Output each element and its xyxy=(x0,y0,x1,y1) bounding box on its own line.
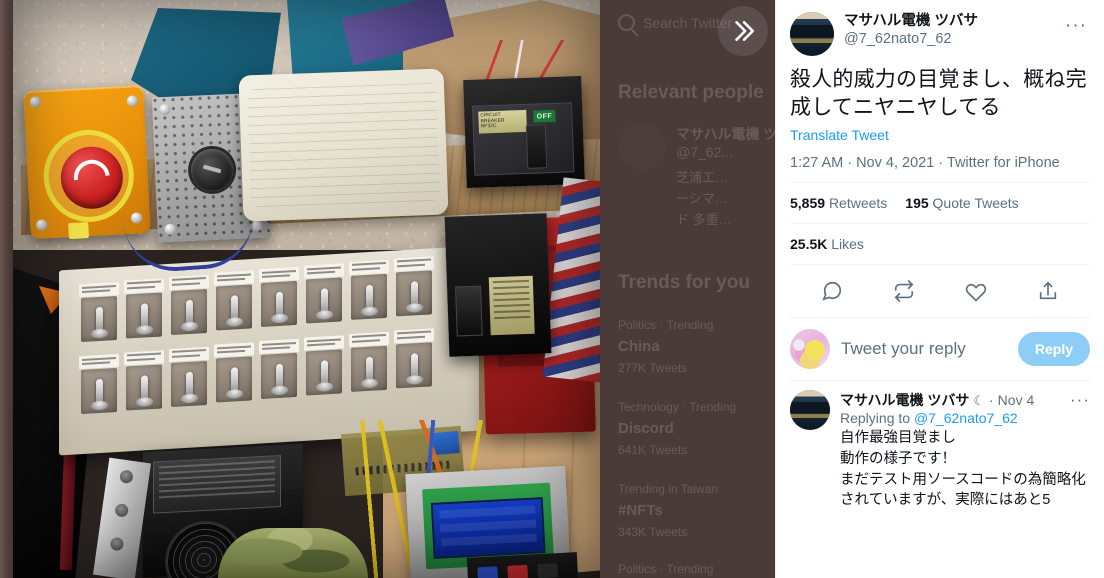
more-options-icon[interactable]: ··· xyxy=(1062,12,1090,40)
author-handle[interactable]: @7_62nato7_62 xyxy=(844,30,1062,49)
photo-toggle-switch xyxy=(214,342,255,407)
photo-toggle-switch-bank xyxy=(75,255,445,444)
photo-toggle-switch xyxy=(349,331,390,396)
share-icon xyxy=(1039,282,1057,300)
search-icon xyxy=(618,14,635,31)
double-chevron-right-icon xyxy=(735,21,755,41)
photo-toggle-switch xyxy=(169,346,210,410)
relevant-person-bio-line-2: ーシマ… xyxy=(676,191,728,206)
retweets-value: 5,859 xyxy=(790,195,826,212)
likes-label: Likes xyxy=(831,236,864,253)
photo-keypad xyxy=(466,552,580,578)
photo-toggle-switch xyxy=(79,281,120,346)
retweet-icon xyxy=(894,280,914,303)
trends-heading: Trends for you xyxy=(618,272,750,293)
photo-circuit-breaker-bottom xyxy=(444,213,552,357)
photo-toggle-switch xyxy=(214,270,255,335)
tweet-stats: 5,859 Retweets 195 Quote Tweets xyxy=(776,183,1104,223)
quotes-value: 195 xyxy=(905,195,929,212)
photo-toggle-switch xyxy=(259,267,300,331)
relevant-person-avatar xyxy=(618,122,666,170)
photo-toggle-switch xyxy=(124,350,165,414)
retweet-button[interactable] xyxy=(889,276,919,306)
photo-circuit-breaker-top: CIRCUIT BREAKER NF32C OFF xyxy=(463,75,585,189)
trend-count-2: 343K Tweets xyxy=(618,525,688,539)
tweet-photo[interactable]: CIRCUIT BREAKER NF32C OFF xyxy=(13,0,600,578)
tweet-likes-row: 25.5K Likes xyxy=(776,224,1104,264)
relevant-person-bio-line-1: 芝浦工… xyxy=(676,170,729,185)
trend-name-2[interactable]: #NFTs xyxy=(618,502,663,519)
search-bar[interactable]: Search Twitter xyxy=(618,14,732,31)
trend-category-1: Technology · Trending xyxy=(618,400,737,414)
like-button[interactable] xyxy=(961,276,991,306)
photo-emergency-stop-box xyxy=(23,84,151,240)
retweets-label: Retweets xyxy=(828,195,888,212)
reply-button[interactable] xyxy=(817,276,847,306)
trend-name-0[interactable]: China xyxy=(618,338,660,355)
replying-to-handle[interactable]: @7_62nato7_62 xyxy=(914,410,1018,426)
relevant-person-handle[interactable]: @7_62... xyxy=(676,144,733,160)
trend-category-2: Trending in Taiwan xyxy=(618,482,719,496)
tweet-detail-panel: マサハル電機 ツバサ @7_62nato7_62 ··· 殺人的威力の目覚まし、… xyxy=(775,0,1104,578)
likes-stat[interactable]: 25.5K Likes xyxy=(790,236,864,252)
crescent-moon-icon: ☾ xyxy=(973,393,985,409)
quotes-label: Quote Tweets xyxy=(932,195,1019,212)
tweet-timestamp: 1:27 AM · Nov 4, 2021 · Twitter for iPho… xyxy=(790,155,1060,172)
likes-value: 25.5K xyxy=(790,236,828,253)
reply-icon xyxy=(822,282,842,302)
reply-avatar[interactable] xyxy=(790,390,830,431)
photo-toggle-switch xyxy=(79,353,120,418)
author-name[interactable]: マサハル電機 ツバサ xyxy=(844,12,1062,30)
relevant-person-bio-line-3: ド 多重… xyxy=(676,212,732,227)
tweet-action-bar xyxy=(776,265,1104,317)
composer-avatar[interactable] xyxy=(790,329,830,370)
photo-estop-button xyxy=(59,145,125,211)
reply-date[interactable]: Nov 4 xyxy=(998,392,1035,408)
trend-count-1: 641K Tweets xyxy=(618,443,688,457)
relevant-person-name[interactable]: マサハル電機 ツバサ xyxy=(676,124,775,144)
photo-toggle-switch xyxy=(124,278,165,342)
tweet-header: マサハル電機 ツバサ @7_62nato7_62 ··· xyxy=(776,0,1104,56)
photo-lcd-display xyxy=(430,497,546,559)
reply-input[interactable]: Tweet your reply xyxy=(841,339,1007,359)
trend-count-0: 277K Tweets xyxy=(618,361,688,375)
reply-separator: · xyxy=(989,392,994,409)
photo-keyswitch xyxy=(190,148,235,192)
dimmed-background-sidebar: Search Twitter Relevant people マサハル電機 ツバ… xyxy=(600,0,775,578)
trend-name-1[interactable]: Discord xyxy=(618,420,674,437)
tweet-text: 殺人的威力の目覚まし、概ね完成してニヤニヤしてる xyxy=(790,68,1087,119)
avatar[interactable] xyxy=(790,12,834,56)
quote-tweets-stat[interactable]: 195 Quote Tweets xyxy=(905,195,1018,211)
photo-toggle-switch xyxy=(169,274,210,338)
reply-text: 自作最強目覚まし 動作の様子です！ まだテスト用ソースコードの為簡略化されていま… xyxy=(840,430,1086,509)
photo-white-module xyxy=(238,68,449,222)
replying-to-label: Replying to xyxy=(840,410,914,427)
share-button[interactable] xyxy=(1033,276,1063,306)
photo-toggle-switch xyxy=(259,339,300,403)
like-icon xyxy=(965,284,987,303)
photo-estop-guard xyxy=(41,127,137,225)
reply-more-options-icon[interactable]: ··· xyxy=(1070,390,1090,410)
reply-submit-button[interactable]: Reply xyxy=(1017,332,1090,367)
lightbox-left-gutter xyxy=(0,0,13,578)
photo-toggle-switch xyxy=(349,259,390,324)
photo-toggle-switch xyxy=(394,255,435,320)
relevant-people-heading: Relevant people xyxy=(618,82,764,103)
expand-sidebar-button[interactable] xyxy=(718,6,768,56)
screen: CIRCUIT BREAKER NF32C OFF Search Twitter… xyxy=(0,0,1104,578)
retweets-stat[interactable]: 5,859 Retweets xyxy=(790,195,887,211)
trend-category-0: Politics · Trending xyxy=(618,318,714,332)
photo-toggle-switch xyxy=(394,327,435,392)
photo-toggle-switch xyxy=(304,263,345,327)
reply-composer[interactable]: Tweet your reply Reply xyxy=(776,318,1104,380)
trend-category-3: Politics · Trending xyxy=(618,562,714,576)
photo-toggle-switch xyxy=(304,335,345,399)
reply-tweet: マサハル電機 ツバサ ☾ · Nov 4 ··· Replying to @7_… xyxy=(776,381,1104,510)
reply-author-name[interactable]: マサハル電機 ツバサ xyxy=(840,390,969,410)
translate-tweet-link[interactable]: Translate Tweet xyxy=(776,121,1104,143)
photo-lightbox[interactable]: CIRCUIT BREAKER NF32C OFF Search Twitter… xyxy=(0,0,775,578)
replying-to-line: Replying to @7_62nato7_62 xyxy=(840,410,1090,426)
